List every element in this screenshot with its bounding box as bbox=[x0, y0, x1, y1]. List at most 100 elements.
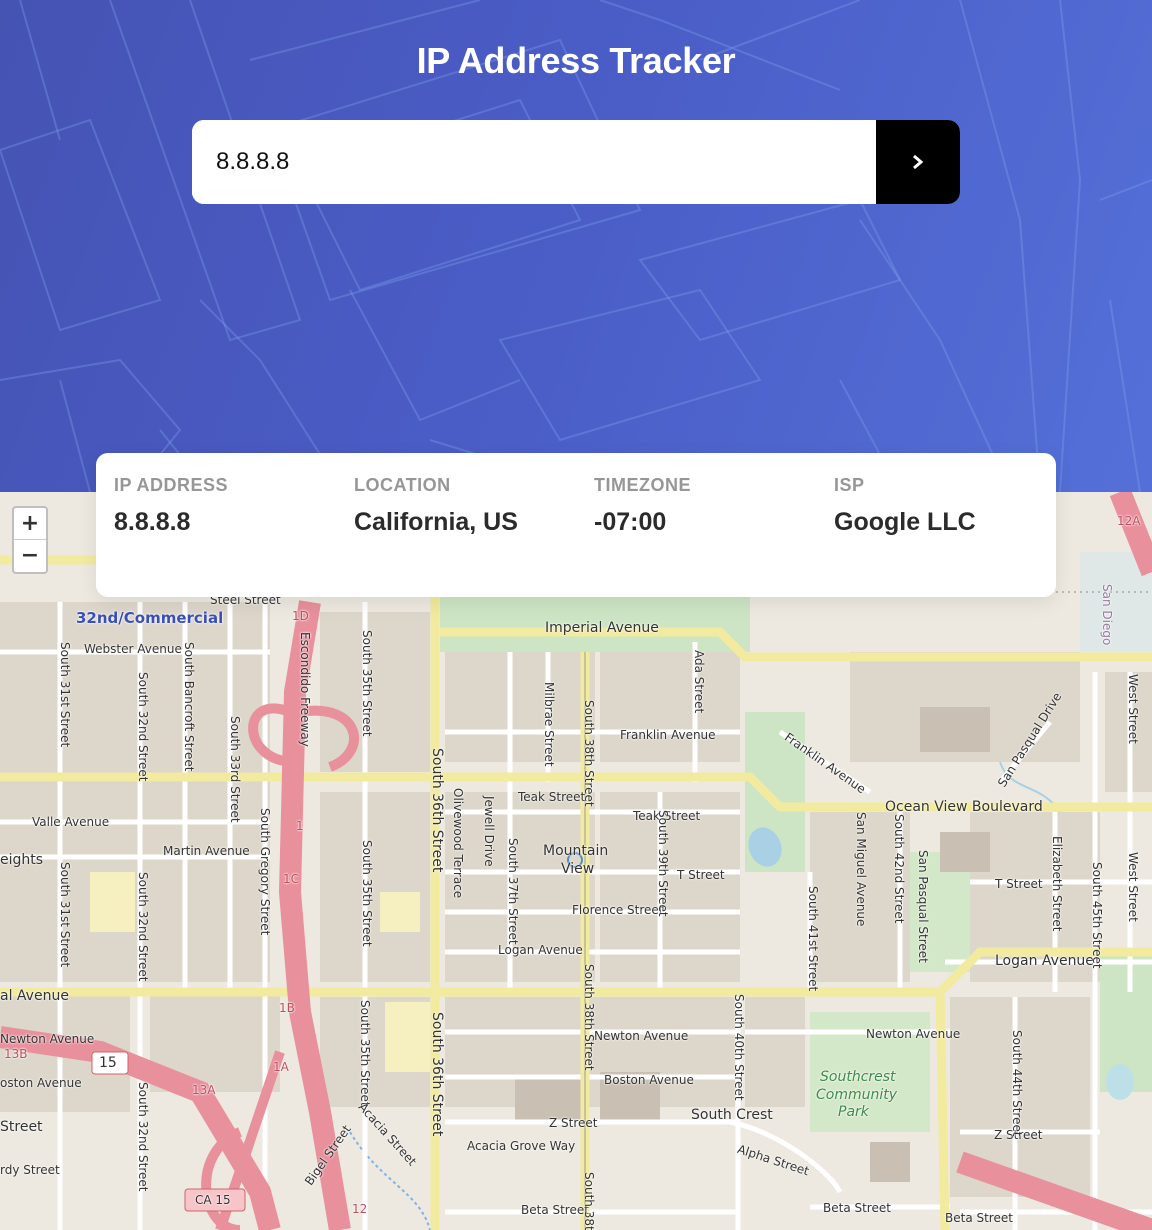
map-label: South Gregory Street bbox=[258, 808, 272, 936]
ip-info-card: IP ADDRESS 8.8.8.8 LOCATION California, … bbox=[96, 453, 1056, 597]
map-label: San Miguel Avenue bbox=[854, 812, 868, 927]
map-label: Z Street bbox=[549, 1116, 598, 1130]
map-label: West Street bbox=[1126, 674, 1140, 744]
map-label: Park bbox=[838, 1104, 869, 1120]
timezone-value: -07:00 bbox=[594, 508, 667, 536]
map-label: T Street bbox=[677, 868, 725, 882]
map-label: Franklin Avenue bbox=[620, 728, 716, 742]
map-label: Martin Avenue bbox=[163, 844, 250, 858]
map-label: 32nd/Commercial bbox=[76, 609, 224, 627]
map-label: South 35th Street bbox=[360, 840, 374, 947]
map-label: South 44th Street bbox=[1010, 1030, 1024, 1137]
zoom-in-button[interactable]: + bbox=[14, 508, 46, 540]
map-label: South Crest bbox=[691, 1107, 773, 1123]
map-label: South 36th Street bbox=[429, 1012, 445, 1137]
map-zoom-controls: + − bbox=[12, 506, 48, 574]
page-title: IP Address Tracker bbox=[416, 40, 736, 81]
map-label: 13A bbox=[192, 1083, 216, 1097]
location-info: LOCATION California, US bbox=[354, 475, 518, 537]
map-label: Webster Avenue bbox=[84, 642, 182, 656]
map-label: 12A bbox=[1117, 514, 1141, 528]
map-label: Imperial Avenue bbox=[545, 620, 659, 636]
map-label: Florence Street bbox=[572, 903, 664, 917]
map-label: Acacia Grove Way bbox=[467, 1139, 576, 1153]
timezone-label: TIMEZONE bbox=[594, 475, 691, 495]
map-label: 12 bbox=[352, 1202, 368, 1216]
map-label: South 42nd Street bbox=[892, 814, 906, 924]
location-label: LOCATION bbox=[354, 475, 451, 495]
map-label: Jewell Drive bbox=[482, 796, 496, 867]
map-label: South Bancroft Street bbox=[182, 642, 196, 772]
ip-address-value: 8.8.8.8 bbox=[114, 508, 191, 536]
map-label: 13B bbox=[4, 1047, 28, 1061]
map-label: 1 bbox=[296, 819, 304, 833]
map-label: South 32nd Street bbox=[136, 1082, 150, 1192]
timezone-info: TIMEZONE -07:00 bbox=[594, 475, 691, 537]
ip-address-label: IP ADDRESS bbox=[114, 475, 229, 495]
map-label: South 33rd Street bbox=[228, 716, 242, 823]
map-label: View bbox=[561, 861, 595, 877]
ip-address-info: IP ADDRESS 8.8.8.8 bbox=[114, 475, 228, 537]
map-label: South 32nd Street bbox=[136, 872, 150, 982]
map-label: 1C bbox=[283, 872, 300, 886]
isp-info: ISP Google LLC bbox=[834, 475, 976, 537]
map-label: South 38th Street bbox=[582, 964, 596, 1071]
map-label: 15 bbox=[99, 1055, 117, 1071]
map-label: Ada Street bbox=[692, 650, 706, 714]
isp-value: Google LLC bbox=[834, 508, 976, 536]
map-label: Beta Street bbox=[945, 1211, 1013, 1225]
map-label: South 35th Street bbox=[360, 630, 374, 737]
map-label: rdy Street bbox=[0, 1163, 60, 1177]
map-label: South 37th Street bbox=[506, 838, 520, 945]
map-label: Beta Street bbox=[521, 1203, 589, 1217]
map-label: Community bbox=[816, 1087, 898, 1103]
map[interactable]: 32nd/Commercial Steel Street Webster Ave… bbox=[0, 492, 1152, 1230]
map-label: Ocean View Boulevard bbox=[885, 799, 1043, 815]
map-label: eights bbox=[0, 852, 44, 868]
map-label: 1A bbox=[273, 1060, 289, 1074]
map-label: South 38th Street bbox=[582, 700, 596, 807]
map-label: oston Avenue bbox=[0, 1076, 82, 1090]
map-label: al Avenue bbox=[0, 988, 69, 1004]
map-label: Escondido Freeway bbox=[298, 632, 312, 747]
map-label: South 40th Street bbox=[732, 994, 746, 1101]
map-label: Beta Street bbox=[823, 1201, 891, 1215]
map-label: CA 15 bbox=[195, 1193, 231, 1207]
ip-search-form bbox=[192, 120, 960, 204]
map-label: South 35th Street bbox=[358, 1000, 372, 1107]
isp-label: ISP bbox=[834, 475, 865, 495]
map-label: South 31st Street bbox=[58, 642, 72, 748]
map-label: Newton Avenue bbox=[866, 1027, 961, 1041]
map-label: West Street bbox=[1126, 852, 1140, 922]
header: IP Address Tracker bbox=[0, 0, 1152, 492]
map-label: Milbrae Street bbox=[542, 682, 556, 767]
map-label: 1D bbox=[292, 609, 309, 623]
map-label: Newton Avenue bbox=[594, 1029, 689, 1043]
map-label: Teak Street bbox=[518, 790, 586, 804]
location-value: California, US bbox=[354, 508, 518, 536]
map-label: T Street bbox=[995, 877, 1043, 891]
ip-search-input[interactable] bbox=[192, 120, 876, 204]
map-label: South 38th bbox=[582, 1172, 596, 1230]
map-label: Olivewood Terrace bbox=[451, 788, 465, 899]
map-label: Southcrest bbox=[820, 1069, 896, 1085]
map-label: Mountain bbox=[543, 843, 609, 859]
map-label: San Pasqual Street bbox=[916, 850, 930, 963]
map-label: Newton Avenue bbox=[0, 1032, 95, 1046]
map-label: San Diego bbox=[1100, 584, 1114, 646]
zoom-out-button[interactable]: − bbox=[14, 540, 46, 572]
map-label: Logan Avenue bbox=[995, 953, 1094, 969]
map-label: South 41st Street bbox=[806, 886, 820, 992]
map-label: South 31st Street bbox=[58, 862, 72, 968]
map-label: 1B bbox=[279, 1001, 295, 1015]
map-label: South 32nd Street bbox=[136, 672, 150, 782]
map-label: Valle Avenue bbox=[32, 815, 110, 829]
map-label: Street bbox=[0, 1119, 43, 1135]
chevron-right-icon bbox=[913, 154, 924, 170]
map-label: South 45th Street bbox=[1090, 862, 1104, 969]
search-submit-button[interactable] bbox=[876, 120, 960, 204]
map-label: Elizabeth Street bbox=[1050, 836, 1064, 932]
map-label: South 39th Street bbox=[656, 810, 670, 917]
map-label: Boston Avenue bbox=[604, 1073, 694, 1087]
map-label: South 36th Street bbox=[429, 748, 445, 873]
